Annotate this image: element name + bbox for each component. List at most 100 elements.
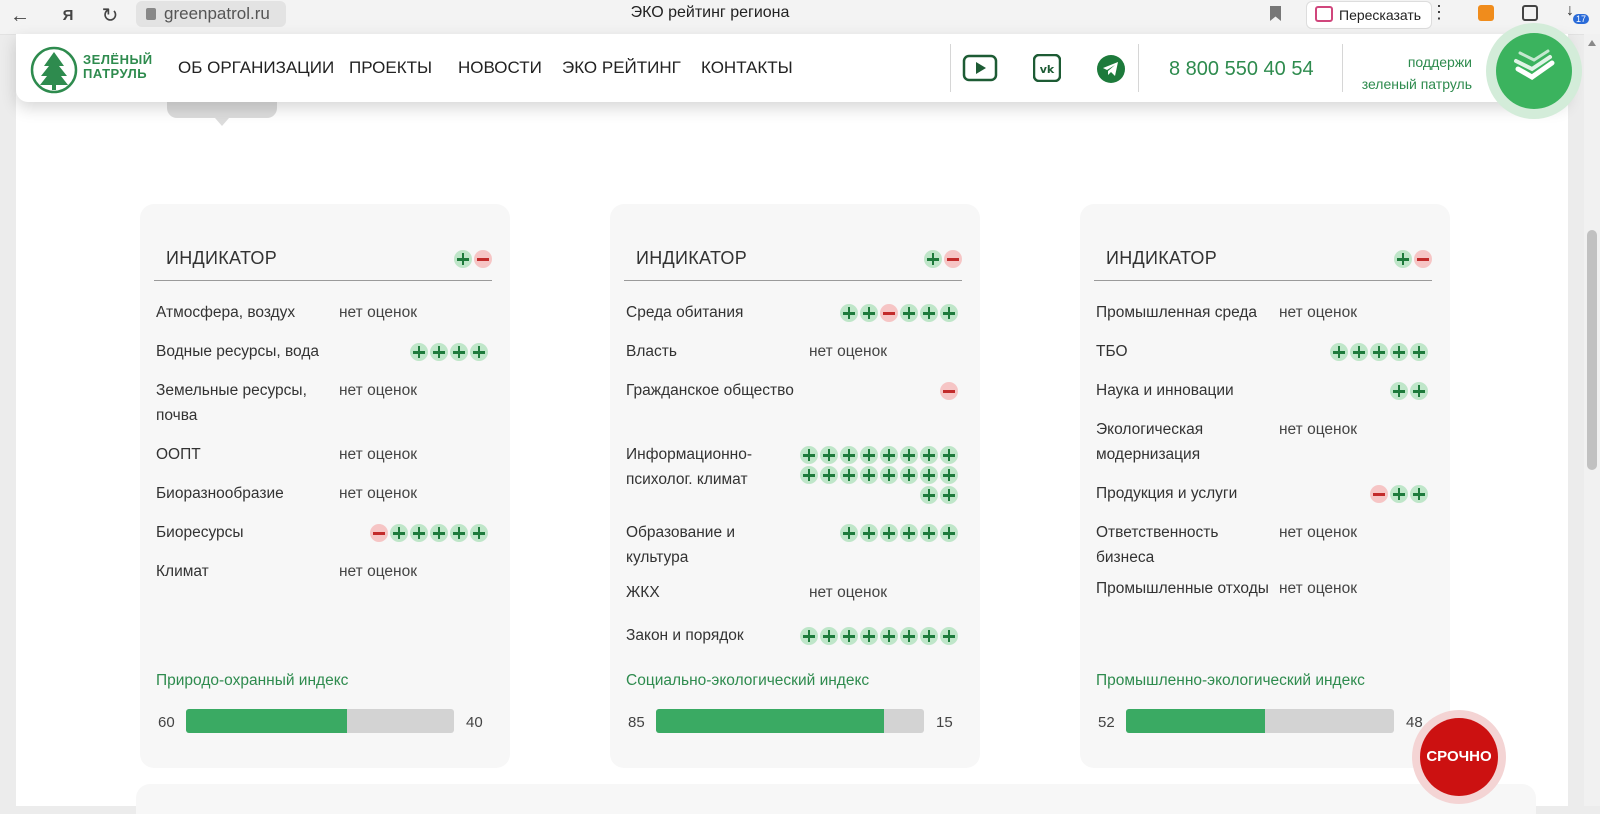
plus-mark-icon (940, 486, 958, 504)
plus-mark-icon (940, 627, 958, 645)
plus-mark-icon (924, 250, 942, 268)
plus-mark-icon (920, 524, 938, 542)
indicator-label: Водные ресурсы, вода (156, 343, 319, 360)
rating-marks (318, 343, 488, 361)
rating-marks (1258, 382, 1428, 400)
indicator-card: ИНДИКАТОР Промышленная среда нет оценок ТБО… (1080, 204, 1450, 768)
green-patrol-logo-icon[interactable] (30, 46, 78, 94)
plus-mark-icon (940, 304, 958, 322)
retell-button[interactable]: Пересказать (1306, 1, 1433, 29)
rating-marks (788, 382, 958, 400)
plus-mark-icon (410, 343, 428, 361)
plus-mark-icon (800, 627, 818, 645)
indicator-label: Гражданское общество (626, 382, 794, 399)
plus-mark-icon (860, 466, 878, 484)
indicator-label: ЖКХ (626, 584, 660, 601)
no-rating-text: нет оценок (339, 382, 417, 399)
menu-about[interactable]: ОБ ОРГАНИЗАЦИИ (178, 58, 334, 78)
plus-mark-icon (390, 524, 408, 542)
plus-mark-icon (880, 466, 898, 484)
no-rating-text: нет оценок (339, 485, 417, 502)
svg-text:vk: vk (1040, 63, 1055, 76)
card-header: ИНДИКАТОР (154, 244, 492, 281)
plus-mark-icon (900, 627, 918, 645)
telegram-icon[interactable] (1096, 54, 1126, 84)
plus-mark-icon (900, 524, 918, 542)
collections-icon[interactable] (1522, 5, 1538, 21)
plus-mark-icon (820, 446, 838, 464)
extension-icon[interactable] (1478, 5, 1494, 21)
plus-mark-icon (1394, 250, 1412, 268)
minus-mark-icon (1370, 485, 1388, 503)
index-progress-bar (186, 709, 454, 733)
phone-link[interactable]: 8 800 550 40 54 (1169, 58, 1314, 81)
plus-mark-icon (800, 446, 818, 464)
indicator-label: Промышленные отходы (1096, 580, 1269, 597)
logo-line2: ПАТРУЛЬ (83, 66, 148, 81)
plus-mark-icon (880, 446, 898, 464)
scroll-up-icon[interactable] (1588, 40, 1596, 46)
indicator-label: Биоразнообразие (156, 485, 284, 502)
plus-mark-icon (800, 466, 818, 484)
plus-mark-icon (820, 627, 838, 645)
plus-mark-icon (430, 343, 448, 361)
sber-donate-button[interactable] (1496, 33, 1572, 109)
plus-mark-icon (1330, 343, 1348, 361)
no-rating-text: нет оценок (1279, 304, 1357, 321)
plus-mark-icon (840, 524, 858, 542)
urgent-button[interactable]: СРОЧНО (1420, 718, 1498, 796)
indicator-label: Промышленная среда (1096, 304, 1258, 321)
support-line2: зеленый патруль (1361, 76, 1472, 92)
index-title: Социально-экологический индекс (626, 672, 870, 689)
rating-marks (788, 524, 958, 542)
no-rating-text: нет оценок (809, 584, 887, 601)
indicator-label: Информационно-психолог. климат (626, 446, 753, 488)
support-line1: поддержи (1407, 54, 1472, 70)
index-positive-value: 52 (1098, 714, 1115, 731)
plus-mark-icon (940, 446, 958, 464)
no-rating-text: нет оценок (339, 304, 417, 321)
menu-eco-rating[interactable]: ЭКО РЕЙТИНГ (562, 58, 681, 78)
plus-mark-icon (860, 304, 878, 322)
card-header: ИНДИКАТОР (1094, 244, 1432, 281)
scrollbar-thumb[interactable] (1587, 230, 1597, 470)
indicator-label: Образование и культура (626, 524, 736, 566)
indicator-card: ИНДИКАТОР Атмосфера, воздух нет оценок Водн… (140, 204, 510, 768)
youtube-icon[interactable] (962, 54, 998, 82)
plus-mark-icon (940, 524, 958, 542)
no-rating-text: нет оценок (339, 563, 417, 580)
plus-mark-icon (900, 446, 918, 464)
indicator-label: Ответственность бизнеса (1096, 524, 1219, 566)
index-progress-fill (656, 709, 884, 733)
minus-mark-icon (474, 250, 492, 268)
rating-marks (788, 446, 958, 504)
vk-icon[interactable]: vk (1033, 54, 1061, 82)
plus-mark-icon (454, 250, 472, 268)
menu-contacts[interactable]: КОНТАКТЫ (701, 58, 793, 78)
index-title: Промышленно-экологический индекс (1096, 672, 1365, 689)
divider (950, 44, 951, 92)
logo-text[interactable]: ЗЕЛЁНЫЙ ПАТРУЛЬ (83, 53, 153, 81)
minus-mark-icon (880, 304, 898, 322)
legend (454, 250, 492, 268)
card-header-label: ИНДИКАТОР (166, 248, 278, 268)
support-link[interactable]: поддержи зеленый патруль (1340, 51, 1472, 95)
minus-mark-icon (1414, 250, 1432, 268)
plus-mark-icon (1390, 343, 1408, 361)
tab-title: ЭКО рейтинг региона (630, 4, 790, 21)
plus-mark-icon (880, 627, 898, 645)
legend (1394, 250, 1432, 268)
plus-mark-icon (920, 627, 938, 645)
more-menu-icon[interactable]: ⋮ (1430, 2, 1448, 23)
card-header-label: ИНДИКАТОР (1106, 248, 1218, 268)
menu-projects[interactable]: ПРОЕКТЫ (349, 58, 432, 78)
no-rating-text: нет оценок (339, 446, 417, 463)
plus-mark-icon (920, 486, 938, 504)
index-progress-fill (1126, 709, 1266, 733)
plus-mark-icon (410, 524, 428, 542)
plus-mark-icon (860, 524, 878, 542)
divider (1138, 44, 1139, 92)
plus-mark-icon (430, 524, 448, 542)
scrollbar[interactable] (1584, 34, 1600, 806)
menu-news[interactable]: НОВОСТИ (458, 58, 542, 78)
